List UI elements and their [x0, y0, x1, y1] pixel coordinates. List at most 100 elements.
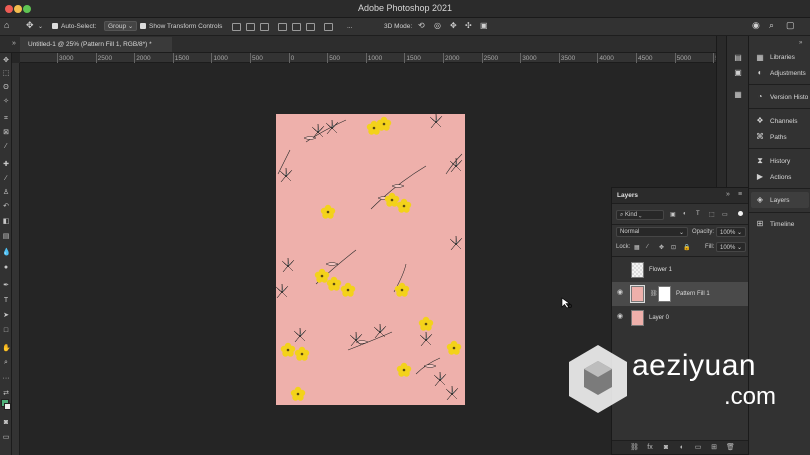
crop-tool-icon[interactable]: ⌗	[2, 115, 10, 123]
chevron-down-icon[interactable]: ⌄	[38, 23, 43, 30]
collapse-dock-icon[interactable]: »	[799, 40, 802, 46]
document-tab[interactable]: Untitled-1 @ 25% (Pattern Fill 1, RGB/8*…	[20, 37, 172, 52]
scale-3d-icon[interactable]: ▣	[480, 21, 488, 30]
quick-select-tool-icon[interactable]: ✧	[2, 98, 10, 106]
filter-shape-icon[interactable]: ⬚	[709, 211, 715, 218]
layer-filter-dropdown[interactable]: ⌕ Kind ⌄	[616, 210, 664, 220]
screen-mode-icon[interactable]: ▭	[2, 434, 10, 442]
panel-libraries[interactable]: Libraries	[770, 54, 795, 61]
filter-type-icon[interactable]: T	[696, 211, 700, 217]
user-icon[interactable]: ◉	[752, 20, 760, 31]
lock-image-icon[interactable]: ∕	[647, 244, 648, 250]
filter-toggle[interactable]	[738, 211, 743, 216]
align-center-icon[interactable]	[246, 23, 255, 31]
new-group-icon[interactable]: ▭	[694, 444, 702, 452]
align-middle-icon[interactable]	[292, 23, 301, 31]
visibility-eye-icon[interactable]: ◉	[617, 313, 625, 320]
eraser-tool-icon[interactable]: ◧	[2, 218, 10, 226]
filter-pixel-icon[interactable]: ▣	[670, 211, 676, 218]
ruler-tick-label: 3000	[522, 55, 537, 62]
gradient-tool-icon[interactable]: ▤	[2, 233, 10, 241]
more-options-button[interactable]: ...	[347, 23, 352, 30]
libraries-panel-icon[interactable]: ▣	[734, 69, 742, 77]
panel-actions[interactable]: Actions	[770, 174, 791, 181]
pen-tool-icon[interactable]: ✒	[2, 282, 10, 290]
blur-tool-icon[interactable]: 💧	[2, 249, 11, 257]
home-icon[interactable]: ⌂	[4, 20, 9, 30]
fx-button[interactable]: fx	[646, 444, 654, 452]
swap-colors-icon[interactable]: ⇄	[2, 390, 10, 398]
layer-name[interactable]: Flower 1	[649, 267, 672, 273]
layer-name[interactable]: Layer 0	[649, 315, 669, 321]
filter-adjustment-icon[interactable]: ◐	[683, 211, 687, 217]
move-tool-icon[interactable]: ✥	[26, 20, 34, 31]
panel-channels[interactable]: Channels	[770, 118, 797, 125]
slide-3d-icon[interactable]: ✣	[465, 21, 472, 30]
panel-history[interactable]: History	[770, 158, 790, 165]
properties-icon[interactable]: ▤	[734, 54, 742, 62]
brush-tool-icon[interactable]: ∕	[2, 175, 10, 183]
document-canvas[interactable]	[276, 114, 465, 405]
delete-layer-icon[interactable]: 🗑	[726, 444, 735, 452]
lock-all-icon[interactable]: 🔒	[683, 244, 690, 251]
distribute-icon[interactable]	[324, 23, 333, 31]
link-icon[interactable]: ⛓	[650, 290, 658, 297]
layer-name[interactable]: Pattern Fill 1	[676, 291, 710, 297]
align-bottom-icon[interactable]	[306, 23, 315, 31]
new-adjustment-icon[interactable]: ◐	[678, 444, 686, 452]
layer-row-flower-1[interactable]: Flower 1	[612, 258, 748, 282]
drag-3d-icon[interactable]: ✥	[450, 21, 457, 30]
panel-layers[interactable]: Layers	[770, 197, 790, 204]
panel-timeline[interactable]: Timeline	[770, 221, 794, 228]
collapse-toolbar-icon[interactable]: »	[12, 40, 16, 47]
panel-adjustments[interactable]: Adjustments	[770, 70, 806, 77]
align-right-icon[interactable]	[260, 23, 269, 31]
frame-tool-icon[interactable]: ⊠	[2, 129, 10, 137]
lock-artboard-icon[interactable]: ⊡	[671, 244, 676, 251]
hand-tool-icon[interactable]: ✋	[2, 345, 11, 353]
layer-mask-thumbnail[interactable]	[658, 286, 671, 302]
healing-brush-tool-icon[interactable]: ✚	[2, 161, 10, 169]
lock-transparency-icon[interactable]: ▦	[634, 244, 640, 251]
panel-paths[interactable]: Paths	[770, 134, 787, 141]
zoom-tool-icon[interactable]: ⌕	[2, 359, 10, 367]
fill-input[interactable]: 100% ⌄	[716, 242, 746, 252]
layer-row-pattern-fill-1[interactable]: ◉ ⛓ Pattern Fill 1	[612, 282, 748, 306]
link-layers-icon[interactable]: ⛓	[630, 444, 639, 452]
auto-select-checkbox[interactable]: Auto-Select:	[52, 23, 96, 30]
layer-row-layer-0[interactable]: ◉ Layer 0	[612, 306, 748, 330]
more-tools-icon[interactable]: ···	[2, 375, 10, 383]
transform-controls-checkbox[interactable]: Show Transform Controls	[140, 23, 222, 30]
marquee-tool-icon[interactable]: ⬚	[2, 70, 10, 78]
clone-stamp-tool-icon[interactable]: ♙	[2, 189, 10, 197]
type-tool-icon[interactable]: T	[2, 297, 10, 305]
collapse-panel-icon[interactable]: »	[726, 191, 730, 198]
background-color-swatch[interactable]	[4, 403, 11, 410]
eyedropper-tool-icon[interactable]: ⁄	[2, 143, 10, 151]
lock-position-icon[interactable]: ✥	[659, 244, 664, 251]
new-layer-icon[interactable]: ⊞	[710, 444, 718, 452]
orbit-3d-icon[interactable]: ⟲	[418, 21, 425, 30]
rectangle-tool-icon[interactable]: □	[2, 327, 10, 335]
swatches-icon[interactable]: ▦	[734, 91, 742, 99]
path-select-tool-icon[interactable]: ➤	[2, 312, 10, 320]
quick-mask-icon[interactable]: ◙	[2, 419, 10, 427]
dodge-tool-icon[interactable]: ●	[2, 264, 10, 272]
move-tool-icon[interactable]: ✥	[2, 57, 10, 65]
roll-3d-icon[interactable]: ◎	[434, 21, 441, 30]
layers-panel-title[interactable]: Layers	[617, 192, 638, 199]
filter-smart-object-icon[interactable]: ▭	[722, 211, 728, 218]
auto-select-dropdown[interactable]: Group ⌄	[104, 21, 138, 31]
workspace-icon[interactable]: ▢	[786, 20, 795, 31]
lasso-tool-icon[interactable]: ʘ	[2, 84, 10, 92]
search-icon[interactable]: ⌕	[769, 20, 774, 31]
align-top-icon[interactable]	[278, 23, 287, 31]
opacity-input[interactable]: 100% ⌄	[716, 227, 746, 237]
align-left-icon[interactable]	[232, 23, 241, 31]
panel-version-history[interactable]: Version Histo	[770, 94, 808, 101]
visibility-eye-icon[interactable]: ◉	[617, 289, 625, 296]
blend-mode-dropdown[interactable]: Normal ⌄	[616, 227, 688, 237]
add-mask-icon[interactable]: ◙	[662, 444, 670, 452]
panel-menu-icon[interactable]: ≡	[738, 191, 742, 198]
history-brush-tool-icon[interactable]: ↶	[2, 203, 10, 211]
